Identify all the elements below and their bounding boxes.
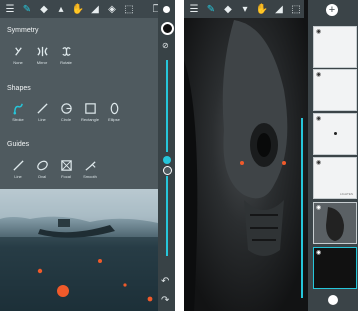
rectangle-icon (78, 101, 102, 115)
guide-focal-button[interactable]: Focal (54, 158, 78, 179)
color-ring-icon[interactable] (161, 22, 174, 35)
brush-icon[interactable]: ✎ (204, 2, 218, 16)
right-brush-rail (295, 18, 309, 311)
layer-thumbnail[interactable]: ◉ (313, 202, 357, 244)
visibility-eye-icon[interactable]: ◉ (316, 159, 321, 166)
oval-icon (30, 158, 54, 172)
redo-icon[interactable]: ↷ (161, 295, 169, 306)
visibility-eye-icon[interactable]: ◉ (316, 115, 321, 122)
guide-smooth-button[interactable]: Smooth (78, 158, 102, 179)
symmetry-mirror-button[interactable]: Mirror (30, 44, 54, 65)
no-symbol-icon[interactable]: ⊘ (162, 41, 169, 50)
eraser-icon[interactable]: ◆ (221, 2, 235, 16)
visibility-eye-icon[interactable]: ◉ (316, 71, 321, 78)
shape-ellipse-button[interactable]: Ellipse (102, 101, 126, 122)
size-slider-handle[interactable] (163, 156, 171, 164)
size-slider-track[interactable] (301, 118, 303, 298)
canvas-artwork[interactable] (184, 0, 311, 311)
layer-thumbnail[interactable]: ◉ (313, 26, 357, 68)
eraser-icon[interactable]: ◆ (37, 2, 51, 16)
line-icon (30, 101, 54, 115)
brush-dot-icon[interactable] (163, 6, 170, 13)
add-layer-icon[interactable]: + (326, 4, 338, 16)
ellipse-icon (102, 101, 126, 115)
smooth-icon (78, 158, 102, 172)
undo-icon[interactable]: ↶ (161, 276, 169, 287)
visibility-eye-icon[interactable]: ◉ (316, 204, 321, 211)
selection-icon[interactable]: ⬚ (122, 2, 136, 16)
symmetry-rotate-button[interactable]: Rotate (54, 44, 78, 65)
fill-icon[interactable]: ◢ (272, 2, 286, 16)
smudge-icon[interactable]: ✋ (71, 2, 85, 16)
layers-panel: + ◉ ◉ ◉ ◉ LIGHTEN ◉ ◉ (308, 0, 358, 311)
mirror-icon (30, 44, 54, 58)
guide-oval-button[interactable]: Oval (30, 158, 54, 179)
shape-line-button[interactable]: Line (30, 101, 54, 122)
layer-thumbnail[interactable]: ◉ LIGHTEN (313, 157, 357, 199)
visibility-eye-icon[interactable]: ◉ (316, 249, 321, 256)
lake-scene (0, 189, 158, 311)
symmetry-heading: Symmetry (7, 27, 39, 34)
brush-rail: ⊘ ↶ ↷ (158, 0, 175, 311)
guide-line-button[interactable]: Line (6, 158, 30, 179)
circle-icon (54, 101, 78, 115)
menu-icon[interactable]: ☰ (3, 2, 17, 16)
chevron-down-icon[interactable]: ▾ (238, 2, 252, 16)
left-screen: ☰ ✎ ◆ ▴ ✋ ◢ ◈ ⬚ ❐ Symmetry None Mirror R… (0, 0, 175, 311)
shape-circle-button[interactable]: Circle (54, 101, 78, 122)
shape-stroke-button[interactable]: Stroke (6, 101, 30, 122)
chevron-up-icon[interactable]: ▴ (54, 2, 68, 16)
main-toolbar: ☰ ✎ ◆ ▾ ✋ ◢ ⬚ (184, 0, 304, 18)
eraser-tool-icon[interactable]: ◈ (105, 2, 119, 16)
shapes-heading: Shapes (7, 85, 31, 92)
alien-portrait (184, 20, 288, 311)
opacity-slider-handle[interactable] (163, 166, 172, 175)
layer-menu-dot-icon[interactable] (328, 295, 338, 305)
focal-icon (54, 158, 78, 172)
shape-rectangle-button[interactable]: Rectangle (78, 101, 102, 122)
guides-heading: Guides (7, 141, 30, 148)
opacity-slider-track[interactable] (166, 176, 168, 256)
size-slider-track[interactable] (166, 60, 168, 152)
dot-mark (334, 132, 337, 135)
symmetry-none-icon (6, 44, 30, 58)
fill-icon[interactable]: ◢ (88, 2, 102, 16)
main-toolbar: ☰ ✎ ◆ ▴ ✋ ◢ ◈ ⬚ ❐ (0, 0, 175, 18)
layer-thumbnail[interactable]: ◉ (313, 69, 357, 111)
layer-thumbnail[interactable]: ◉ (313, 113, 357, 155)
stroke-icon (6, 101, 30, 115)
guide-line-icon (6, 158, 30, 172)
selection-icon[interactable]: ⬚ (289, 2, 303, 16)
symmetry-none-button[interactable]: None (6, 44, 30, 65)
smudge-icon[interactable]: ✋ (255, 2, 269, 16)
rotate-icon (54, 44, 78, 58)
menu-icon[interactable]: ☰ (187, 2, 201, 16)
layer-caption: LIGHTEN (339, 192, 353, 196)
visibility-eye-icon[interactable]: ◉ (316, 28, 321, 35)
brush-icon[interactable]: ✎ (20, 2, 34, 16)
canvas-artwork[interactable] (0, 189, 158, 311)
layer-thumbnail-selected[interactable]: ◉ (313, 247, 357, 289)
